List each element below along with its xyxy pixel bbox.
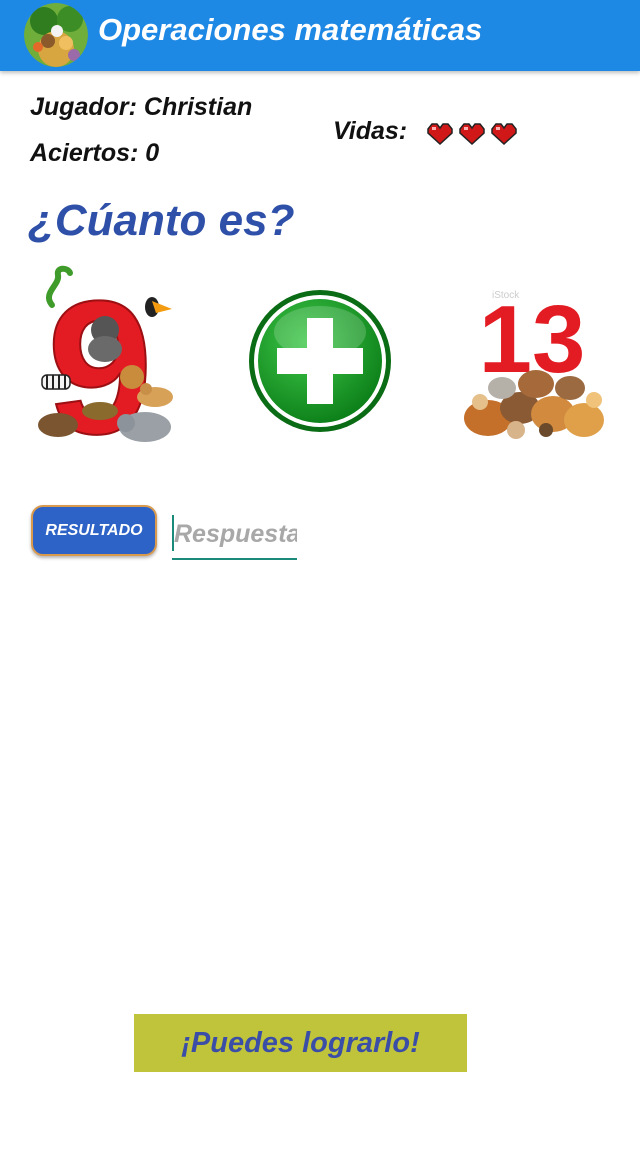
lives-hearts — [426, 120, 522, 148]
image-watermark: iStock — [492, 290, 520, 301]
heart-icon — [491, 123, 517, 146]
app-bar: Operaciones matemáticas — [0, 0, 640, 71]
score-counter: Aciertos: 0 — [30, 139, 160, 167]
answer-input[interactable] — [172, 515, 297, 560]
heart-icon — [427, 123, 453, 146]
jungle-animals-logo-icon — [24, 3, 88, 67]
player-name: Jugador: Christian — [30, 93, 253, 121]
operand-2-image: 13 iStock — [458, 280, 610, 442]
operand-1-image: 9 — [30, 261, 180, 475]
result-button[interactable]: RESULTADO — [31, 505, 157, 556]
heart-icon — [459, 123, 485, 146]
plus-icon — [247, 288, 393, 434]
encouragement-banner: ¡Puedes lograrlo! — [134, 1014, 467, 1072]
lives-label: Vidas: — [333, 117, 408, 145]
app-title: Operaciones matemáticas — [98, 12, 483, 47]
question-prompt: ¿Cúanto es? — [28, 196, 295, 245]
text-cursor — [172, 515, 174, 551]
